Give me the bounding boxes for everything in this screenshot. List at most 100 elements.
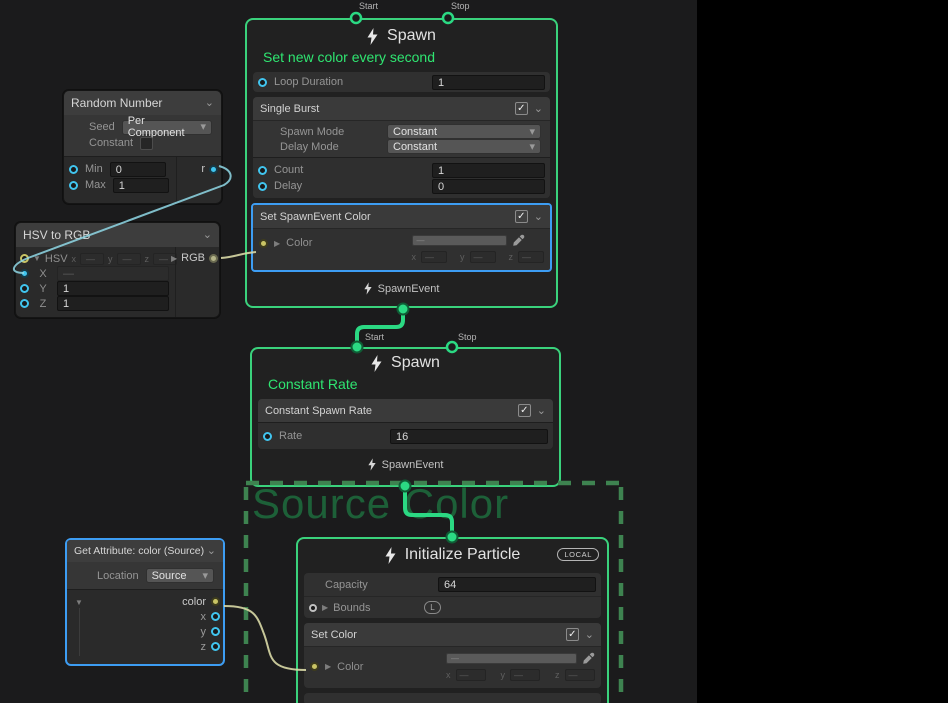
color-y-field[interactable]: —: [470, 251, 496, 263]
delay-port[interactable]: [258, 182, 267, 191]
node-header[interactable]: HSV to RGB ⌄: [16, 223, 219, 247]
lightning-bolt-icon: [364, 282, 372, 295]
node-initialize-particle[interactable]: LOCAL Initialize Particle Capacity 64 ▶ …: [296, 537, 609, 703]
node-get-attribute-color[interactable]: Get Attribute: color (Source) ⌄ Location…: [65, 538, 225, 666]
expand-triangle-icon[interactable]: ▶: [274, 239, 280, 248]
color-input-port[interactable]: [259, 239, 268, 248]
loop-duration-field[interactable]: 1: [432, 75, 545, 90]
hsv-port[interactable]: [20, 254, 29, 263]
node-spawn-1[interactable]: Spawn Set new color every second Loop Du…: [245, 18, 558, 308]
bounds-port[interactable]: [309, 604, 317, 612]
expand-triangle-icon[interactable]: ▶: [325, 662, 331, 671]
delay-field[interactable]: 0: [432, 179, 545, 194]
count-field[interactable]: 1: [432, 163, 545, 178]
loop-duration-row: Loop Duration 1: [253, 72, 550, 92]
block-single-burst[interactable]: Single Burst ✓ ⌄ Spawn Mode Constant ▾ D…: [253, 97, 550, 198]
spawn-event-output-row: SpawnEvent: [247, 276, 556, 303]
seed-dropdown[interactable]: Per Component ▾: [122, 120, 212, 135]
color-y-field[interactable]: —: [510, 669, 540, 681]
block-chevron-icon[interactable]: ⌄: [534, 213, 543, 221]
node-hsv-to-rgb[interactable]: HSV to RGB ⌄ ▼ HSV x — y — z — X —: [15, 222, 220, 318]
y-label: Y: [36, 283, 50, 295]
x-field[interactable]: —: [57, 266, 169, 281]
location-label: Location: [97, 570, 139, 582]
spawn-event-label: SpawnEvent: [378, 283, 440, 295]
z-output-port[interactable]: [211, 642, 220, 651]
rate-field[interactable]: 16: [390, 429, 548, 444]
node-random-number[interactable]: Random Number ⌄ Seed Per Component ▾ Con…: [63, 90, 222, 204]
block-set-color[interactable]: Set Color ✓ ⌄ ▶ Color — x —: [304, 623, 601, 688]
color-input-port[interactable]: [310, 662, 319, 671]
system-group-title: Source Color: [252, 480, 509, 528]
eyedropper-icon[interactable]: [512, 234, 525, 247]
z-label: Z: [36, 298, 50, 310]
expand-triangle-icon[interactable]: ▶: [322, 603, 328, 612]
block-enabled-checkbox[interactable]: ✓: [566, 628, 579, 641]
collapse-chevron-icon[interactable]: ⌄: [205, 99, 214, 107]
capacity-field[interactable]: 64: [438, 577, 596, 592]
hsv-y-field[interactable]: —: [117, 253, 141, 265]
block-enabled-checkbox[interactable]: ✓: [518, 404, 531, 417]
y-output-label: y: [201, 626, 207, 638]
color-swatch[interactable]: —: [446, 653, 577, 664]
x-input-port[interactable]: [20, 269, 29, 278]
x-output-port[interactable]: [211, 612, 220, 621]
spawn-mode-dropdown[interactable]: Constant ▾: [387, 124, 541, 139]
loop-duration-port[interactable]: [258, 78, 267, 87]
eyedropper-icon[interactable]: [582, 652, 595, 665]
y-output-port[interactable]: [211, 627, 220, 636]
node-title-row[interactable]: Spawn: [252, 349, 559, 372]
vfx-graph-canvas[interactable]: Source Color Random Number ⌄ Seed Per Co…: [0, 0, 697, 703]
rate-port[interactable]: [263, 432, 272, 441]
node-header[interactable]: Get Attribute: color (Source) ⌄: [67, 540, 223, 562]
expand-triangle-icon[interactable]: ▶: [171, 254, 177, 263]
min-port[interactable]: [69, 165, 78, 174]
node-title-row[interactable]: Spawn: [247, 20, 556, 45]
collapse-chevron-icon[interactable]: ⌄: [207, 547, 216, 555]
color-x-field[interactable]: —: [456, 669, 486, 681]
color-x-field[interactable]: —: [421, 251, 447, 263]
block-enabled-checkbox[interactable]: ✓: [515, 210, 528, 223]
block-enabled-checkbox[interactable]: ✓: [515, 102, 528, 115]
constant-checkbox[interactable]: [140, 137, 153, 150]
block-chevron-icon[interactable]: ⌄: [537, 407, 546, 415]
block-chevron-icon[interactable]: ⌄: [585, 631, 594, 639]
z-field[interactable]: 1: [57, 296, 169, 311]
y-input-port[interactable]: [20, 284, 29, 293]
count-port[interactable]: [258, 166, 267, 175]
node-spawn-2[interactable]: Spawn Constant Rate Constant Spawn Rate …: [250, 347, 561, 487]
r-output-port[interactable]: [209, 165, 218, 174]
block-chevron-icon[interactable]: ⌄: [534, 105, 543, 113]
max-field[interactable]: 1: [113, 178, 169, 193]
color-z-field[interactable]: —: [518, 251, 544, 263]
location-dropdown[interactable]: Source ▾: [146, 568, 214, 583]
color-z-field[interactable]: —: [565, 669, 595, 681]
node-title: Spawn: [387, 27, 436, 45]
local-space-badge[interactable]: LOCAL: [557, 548, 599, 561]
z-input-port[interactable]: [20, 299, 29, 308]
max-port[interactable]: [69, 181, 78, 190]
block-set-spawnevent-color[interactable]: Set SpawnEvent Color ✓ ⌄ ▶ Color — x: [251, 203, 552, 272]
rgb-output-port[interactable]: [209, 254, 218, 263]
expand-triangle-icon[interactable]: ▼: [33, 254, 41, 263]
expand-triangle-icon[interactable]: ▼: [75, 598, 83, 607]
y-field[interactable]: 1: [57, 281, 169, 296]
node-title: Get Attribute: color (Source): [74, 545, 204, 557]
bounds-label: Bounds: [333, 602, 419, 614]
node-header[interactable]: Random Number ⌄: [64, 91, 221, 115]
block-title: Constant Spawn Rate: [265, 405, 512, 417]
constant-label: Constant: [89, 137, 133, 149]
color-output-port[interactable]: [211, 597, 220, 606]
max-label: Max: [85, 179, 106, 191]
edge-getattribute-to-setcolor[interactable]: [224, 606, 306, 670]
next-block-partial[interactable]: [304, 693, 601, 703]
collapse-chevron-icon[interactable]: ⌄: [203, 231, 212, 239]
min-field[interactable]: 0: [110, 162, 166, 177]
dropdown-arrow-icon: ▾: [202, 572, 208, 580]
rgb-output-label: RGB: [181, 252, 205, 264]
delay-mode-dropdown[interactable]: Constant ▾: [387, 139, 541, 154]
block-constant-spawn-rate[interactable]: Constant Spawn Rate ✓ ⌄ Rate 16: [258, 399, 553, 449]
hsv-x-field[interactable]: —: [80, 253, 104, 265]
color-swatch[interactable]: —: [412, 235, 507, 246]
bounds-local-badge: L: [424, 601, 441, 614]
